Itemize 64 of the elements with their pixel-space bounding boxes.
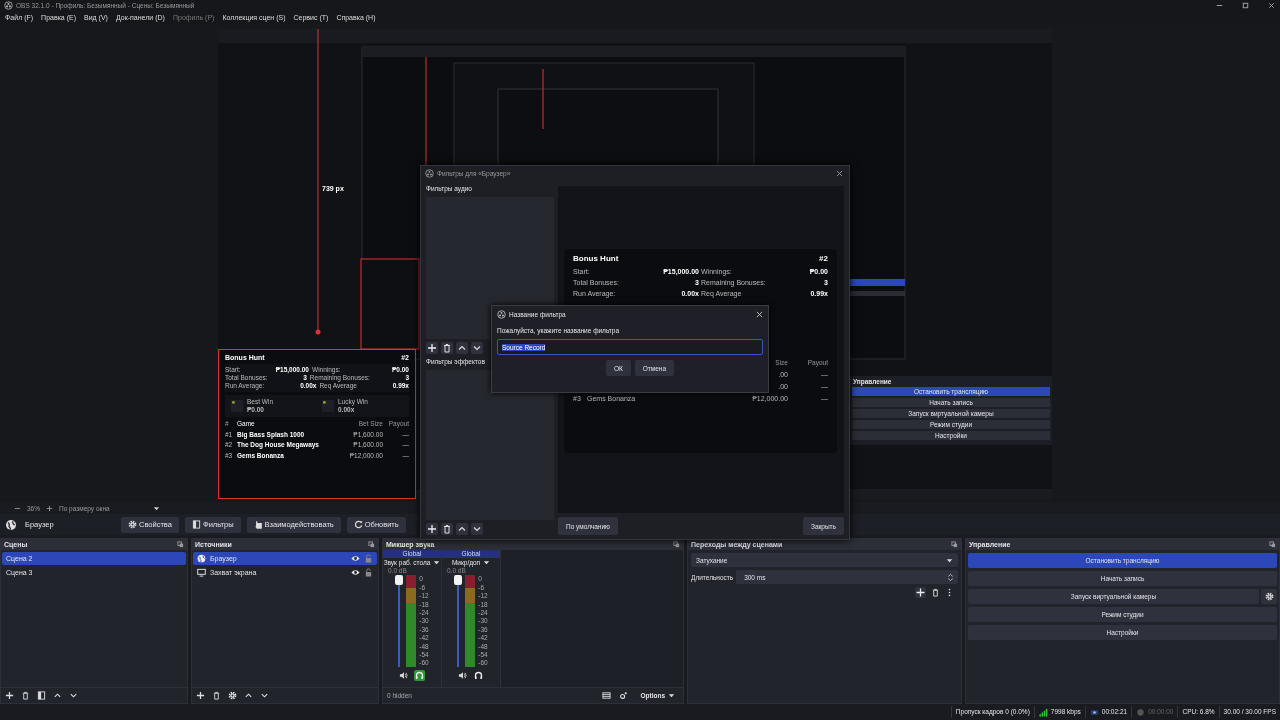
globe-icon xyxy=(197,554,206,564)
add-icon[interactable] xyxy=(5,691,14,701)
filter-icon[interactable] xyxy=(37,691,46,701)
layout-icon[interactable] xyxy=(602,691,612,701)
caret-icon xyxy=(668,692,675,700)
add-icon[interactable] xyxy=(426,342,438,354)
caret-icon xyxy=(946,556,953,564)
slider-thumb[interactable] xyxy=(454,575,463,586)
trash-icon[interactable] xyxy=(212,691,221,701)
speaker-icon[interactable] xyxy=(458,671,467,681)
trash-icon[interactable] xyxy=(21,691,30,701)
move-down-icon[interactable] xyxy=(69,691,78,701)
add-icon[interactable] xyxy=(915,587,926,599)
undock-icon[interactable] xyxy=(368,541,375,549)
close-icon[interactable] xyxy=(836,169,843,177)
gear-icon xyxy=(128,520,137,530)
headphones-icon[interactable] xyxy=(414,670,425,682)
app-logo-icon xyxy=(497,309,506,319)
undock-icon[interactable] xyxy=(951,541,958,549)
gear-icon[interactable] xyxy=(228,691,237,701)
add-icon[interactable] xyxy=(426,523,438,535)
slider-thumb[interactable] xyxy=(395,575,404,586)
refresh-icon xyxy=(353,520,363,530)
monitor-icon xyxy=(197,568,206,578)
maximize-icon[interactable] xyxy=(1241,0,1250,10)
settings-icon[interactable] xyxy=(619,691,629,701)
filter-icon xyxy=(191,520,201,530)
move-down-icon[interactable] xyxy=(471,523,483,535)
trash-icon[interactable] xyxy=(441,523,453,535)
app-logo-icon xyxy=(4,0,13,10)
game-thumbnail-icon xyxy=(231,400,243,413)
volume-slider[interactable] xyxy=(454,575,463,668)
gear-icon xyxy=(1264,592,1274,602)
hand-icon xyxy=(253,520,263,530)
move-up-icon[interactable] xyxy=(456,342,468,354)
close-icon[interactable] xyxy=(756,310,763,318)
add-icon[interactable] xyxy=(196,691,205,701)
move-down-icon[interactable] xyxy=(471,342,483,354)
volume-slider[interactable] xyxy=(395,575,404,668)
eye-icon[interactable] xyxy=(351,568,360,578)
signal-icon xyxy=(1038,707,1048,717)
trash-icon[interactable] xyxy=(441,342,453,354)
app-logo-icon xyxy=(425,168,434,178)
eye-icon[interactable] xyxy=(351,554,360,564)
trash-icon[interactable] xyxy=(931,588,940,598)
record-icon xyxy=(1136,707,1146,717)
lock-icon[interactable] xyxy=(364,568,373,578)
undock-icon[interactable] xyxy=(177,541,184,549)
move-down-icon[interactable] xyxy=(260,691,269,701)
move-up-icon[interactable] xyxy=(456,523,468,535)
card-title: Bonus Hunt xyxy=(573,254,619,263)
globe-icon xyxy=(5,518,17,531)
spin-arrows-icon[interactable] xyxy=(946,572,955,582)
undock-icon[interactable] xyxy=(673,541,680,549)
headphones-icon[interactable] xyxy=(473,670,484,682)
speaker-icon[interactable] xyxy=(399,671,408,681)
game-thumbnail-icon xyxy=(322,400,334,413)
virtual-camera-settings-button[interactable] xyxy=(1261,589,1277,605)
hunt-number: #2 xyxy=(819,254,828,263)
bonus-hunt-card[interactable] xyxy=(218,349,416,500)
undock-icon[interactable] xyxy=(1269,541,1276,549)
stream-icon xyxy=(1089,707,1099,717)
zoom-in-icon[interactable] xyxy=(46,504,53,512)
close-icon[interactable] xyxy=(1267,0,1276,10)
